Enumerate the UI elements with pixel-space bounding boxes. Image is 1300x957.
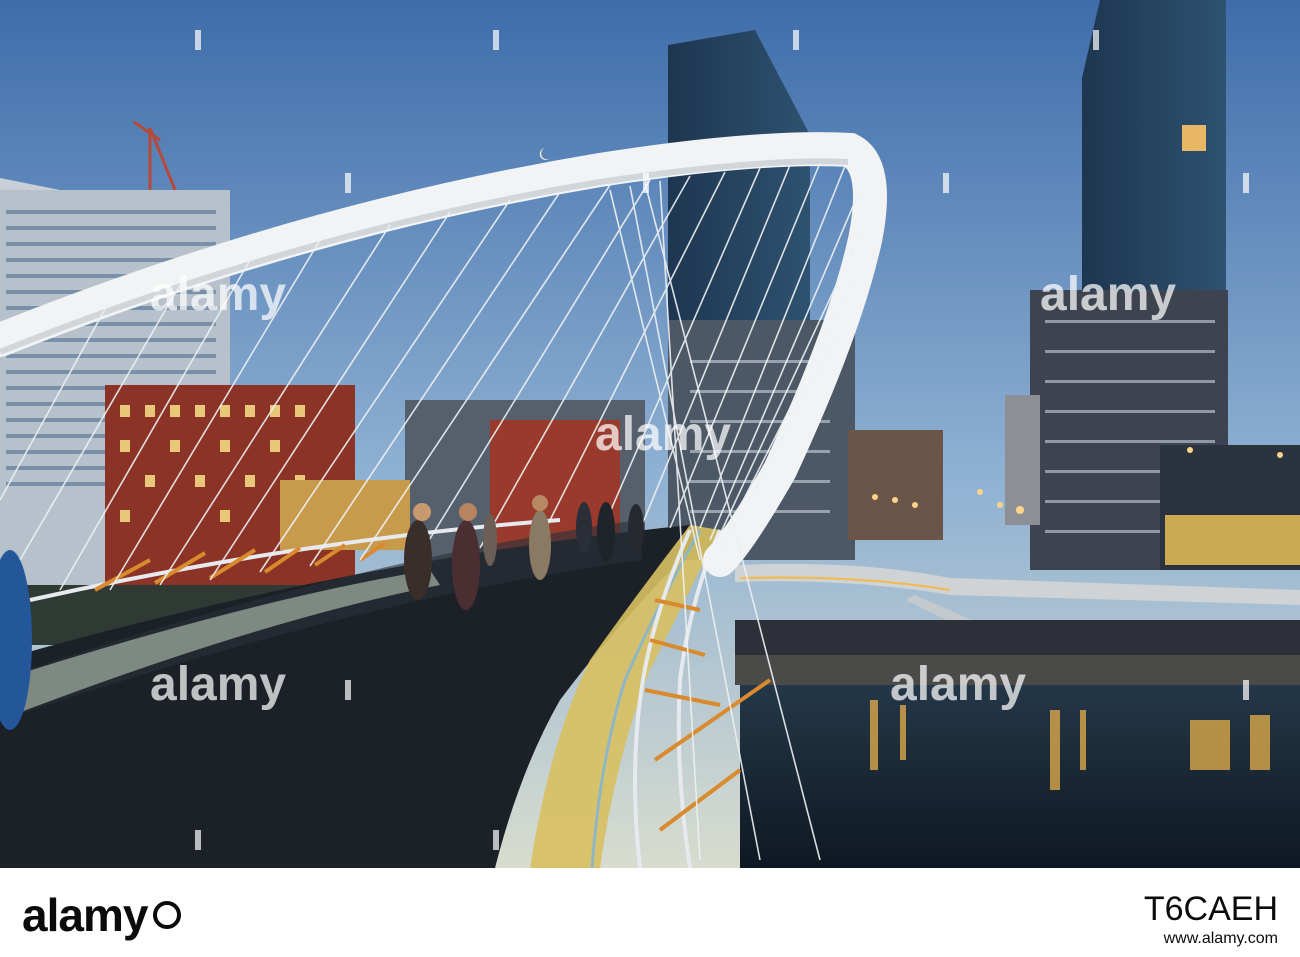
distant-building — [1005, 395, 1040, 525]
river — [740, 685, 1300, 868]
logo-text: alamy — [22, 889, 148, 941]
stock-footer: alamy T6CAEH www.alamy.com — [0, 868, 1300, 957]
logo-ring-icon — [153, 900, 182, 929]
distant-building — [848, 430, 943, 540]
watermark-text: alamy — [150, 268, 286, 321]
stock-image-id: T6CAEH — [1143, 890, 1278, 928]
stock-url[interactable]: www.alamy.com — [1164, 930, 1278, 948]
lit-glass-floor — [1165, 515, 1300, 565]
watermark-text: alamy — [890, 658, 1026, 711]
watermark-text: alamy — [150, 658, 286, 711]
photo-bilbao-footbridge: alamy alamy alamy alamy alamy — [0, 0, 1300, 868]
watermark-text: alamy — [595, 408, 731, 461]
stock-photo-page: alamy alamy alamy alamy alamy alamy T6CA… — [0, 0, 1300, 957]
alamy-logo[interactable]: alamy — [22, 888, 182, 942]
watermark-text: alamy — [1040, 268, 1176, 321]
